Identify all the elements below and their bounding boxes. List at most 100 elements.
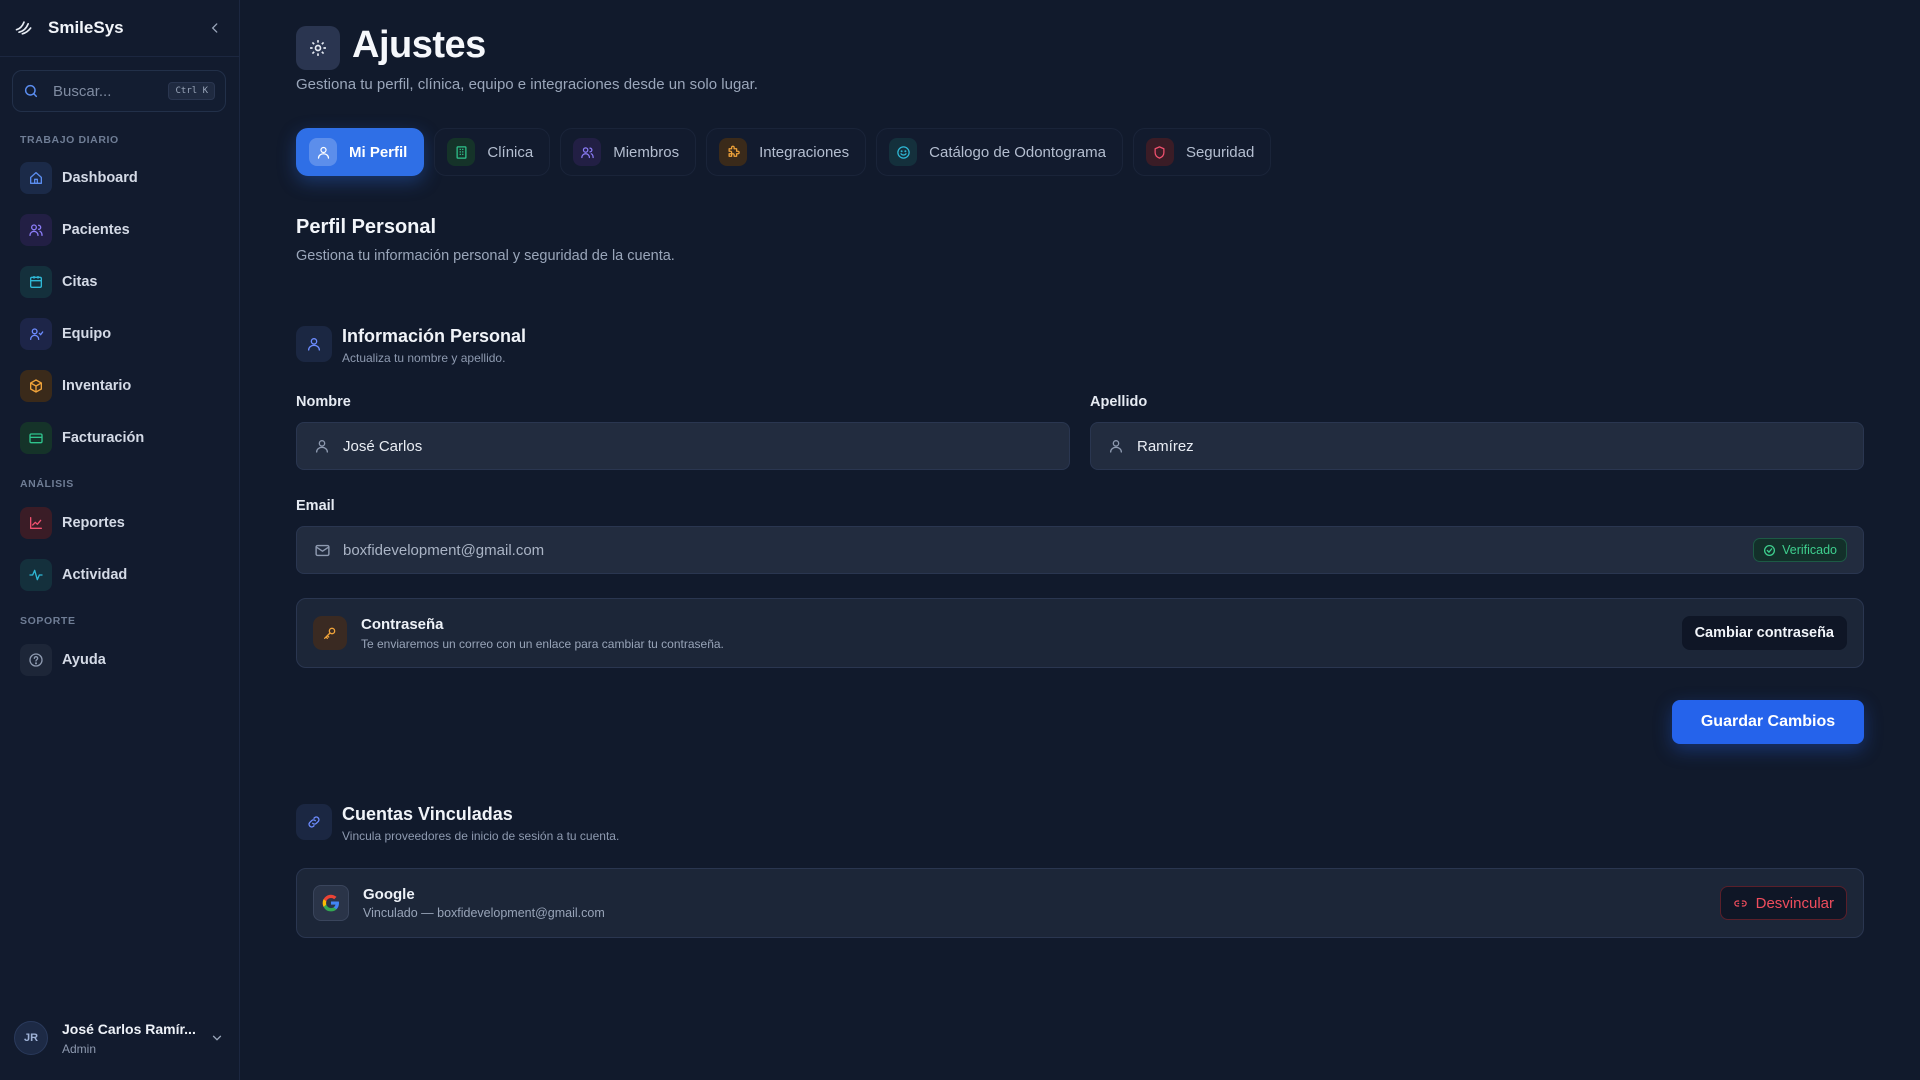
first-name-label: Nombre xyxy=(296,394,351,410)
linked-accounts-title: Cuentas Vinculadas xyxy=(342,804,513,824)
tab-clinica[interactable]: Clínica xyxy=(434,128,551,176)
tab-label: Seguridad xyxy=(1185,143,1255,161)
card-icon xyxy=(20,422,52,454)
brand: SmileSys xyxy=(14,16,226,40)
user-meta: José Carlos Ramír... Admin xyxy=(62,1021,196,1056)
sidebar-item-label: Reportes xyxy=(62,515,125,531)
tab-seguridad[interactable]: Seguridad xyxy=(1132,128,1272,176)
user-role: Admin xyxy=(62,1041,97,1056)
page-title: Ajustes xyxy=(352,24,486,66)
brand-divider xyxy=(0,56,239,57)
members-icon xyxy=(573,138,602,166)
building-icon xyxy=(447,138,476,166)
password-meta: Contraseña Te enviaremos un correo con u… xyxy=(361,616,724,651)
settings-tabs: Mi Perfil Clínica Miembros Integraciones xyxy=(296,128,1272,176)
sidebar-item-citas[interactable]: Citas xyxy=(20,262,224,302)
sidebar-item-actividad[interactable]: Actividad xyxy=(20,555,224,595)
user-menu[interactable]: JR José Carlos Ramír... Admin xyxy=(14,1016,226,1060)
tab-miembros[interactable]: Miembros xyxy=(560,128,697,176)
sidebar-item-ayuda[interactable]: Ayuda xyxy=(20,640,224,680)
sidebar-item-equipo[interactable]: Equipo xyxy=(20,314,224,354)
user-name: José Carlos Ramír... xyxy=(62,1020,196,1037)
password-card: Contraseña Te enviaremos un correo con u… xyxy=(296,598,1864,668)
activity-icon xyxy=(20,559,52,591)
user-icon xyxy=(313,437,331,455)
verified-badge: Verificado xyxy=(1753,538,1847,562)
chevron-down-icon xyxy=(208,1029,226,1047)
tab-label: Miembros xyxy=(613,143,680,161)
tab-label: Integraciones xyxy=(759,143,850,161)
nav-section-support: SOPORTE xyxy=(20,615,76,627)
linked-accounts-subtitle: Vincula proveedores de inicio de sesión … xyxy=(342,829,620,843)
help-icon xyxy=(20,644,52,676)
key-icon xyxy=(313,616,347,650)
sidebar-item-label: Pacientes xyxy=(62,222,130,238)
sidebar-item-dashboard[interactable]: Dashboard xyxy=(20,158,224,198)
collapse-sidebar-button[interactable] xyxy=(204,17,226,39)
nav-section-analysis: ANÁLISIS xyxy=(20,478,74,490)
sidebar-item-label: Ayuda xyxy=(62,652,106,668)
sidebar-item-pacientes[interactable]: Pacientes xyxy=(20,210,224,250)
team-icon xyxy=(20,318,52,350)
calendar-icon xyxy=(20,266,52,298)
google-logo-icon xyxy=(313,885,349,921)
sidebar-item-label: Equipo xyxy=(62,326,112,342)
last-name-value: Ramírez xyxy=(1137,437,1194,455)
chart-icon xyxy=(20,507,52,539)
main-content: Ajustes Gestiona tu perfil, clínica, equ… xyxy=(240,0,1920,1080)
nav-section-daily: TRABAJO DIARIO xyxy=(20,134,119,146)
user-icon xyxy=(1107,437,1125,455)
sidebar-item-inventario[interactable]: Inventario xyxy=(20,366,224,406)
avatar: JR xyxy=(14,1021,48,1055)
email-field[interactable]: boxfidevelopment@gmail.com Verificado xyxy=(296,526,1864,574)
tab-label: Clínica xyxy=(487,143,534,161)
sidebar-item-label: Dashboard xyxy=(62,170,138,186)
save-changes-button[interactable]: Guardar Cambios xyxy=(1672,700,1864,744)
user-icon xyxy=(309,138,337,166)
unlink-icon xyxy=(1733,899,1747,907)
sidebar-item-label: Citas xyxy=(62,274,98,290)
tab-integraciones[interactable]: Integraciones xyxy=(706,128,867,176)
first-name-field[interactable]: José Carlos xyxy=(296,422,1070,470)
link-icon xyxy=(296,804,332,840)
search-icon xyxy=(23,83,39,99)
profile-section-title: Perfil Personal xyxy=(296,216,437,238)
puzzle-icon xyxy=(719,138,748,166)
password-title: Contraseña xyxy=(361,615,444,633)
app-root: SmileSys Buscar... Ctrl K TRABAJO DIARIO… xyxy=(0,0,1920,1080)
google-title: Google xyxy=(363,886,415,903)
email-label: Email xyxy=(296,498,335,514)
personal-info-subtitle: Actualiza tu nombre y apellido. xyxy=(342,351,506,365)
tab-catalogo-odontograma[interactable]: Catálogo de Odontograma xyxy=(876,128,1123,176)
check-circle-icon xyxy=(1764,544,1776,556)
chevron-left-icon xyxy=(211,23,218,33)
sidebar-item-facturacion[interactable]: Facturación xyxy=(20,418,224,458)
change-password-button[interactable]: Cambiar contraseña xyxy=(1681,616,1847,650)
unlink-button[interactable]: Desvincular xyxy=(1719,886,1847,920)
google-account-card: Google Vinculado — boxfidevelopment@gmai… xyxy=(296,868,1864,938)
sidebar-item-reportes[interactable]: Reportes xyxy=(20,503,224,543)
sidebar-item-label: Inventario xyxy=(62,378,132,394)
tooth-logo-icon xyxy=(14,18,34,38)
smile-icon xyxy=(889,138,918,166)
last-name-label: Apellido xyxy=(1090,394,1148,410)
sidebar-item-label: Facturación xyxy=(62,430,145,446)
mail-icon xyxy=(313,541,331,559)
tab-label: Mi Perfil xyxy=(349,143,408,161)
sidebar-item-label: Actividad xyxy=(62,567,128,583)
last-name-field[interactable]: Ramírez xyxy=(1090,422,1864,470)
package-icon xyxy=(20,370,52,402)
user-icon xyxy=(296,326,332,362)
search-placeholder: Buscar... xyxy=(53,82,112,100)
tab-label: Catálogo de Odontograma xyxy=(929,143,1106,161)
google-meta: Google Vinculado — boxfidevelopment@gmai… xyxy=(363,886,605,920)
app-name: SmileSys xyxy=(48,18,124,37)
first-name-value: José Carlos xyxy=(343,437,423,455)
tab-mi-perfil[interactable]: Mi Perfil xyxy=(296,128,425,176)
users-icon xyxy=(20,214,52,246)
password-description: Te enviaremos un correo con un enlace pa… xyxy=(361,636,724,651)
search-shortcut: Ctrl K xyxy=(168,82,215,100)
search-input[interactable]: Buscar... Ctrl K xyxy=(12,70,226,112)
unlink-label: Desvincular xyxy=(1755,894,1834,912)
personal-info-title: Información Personal xyxy=(342,326,527,346)
